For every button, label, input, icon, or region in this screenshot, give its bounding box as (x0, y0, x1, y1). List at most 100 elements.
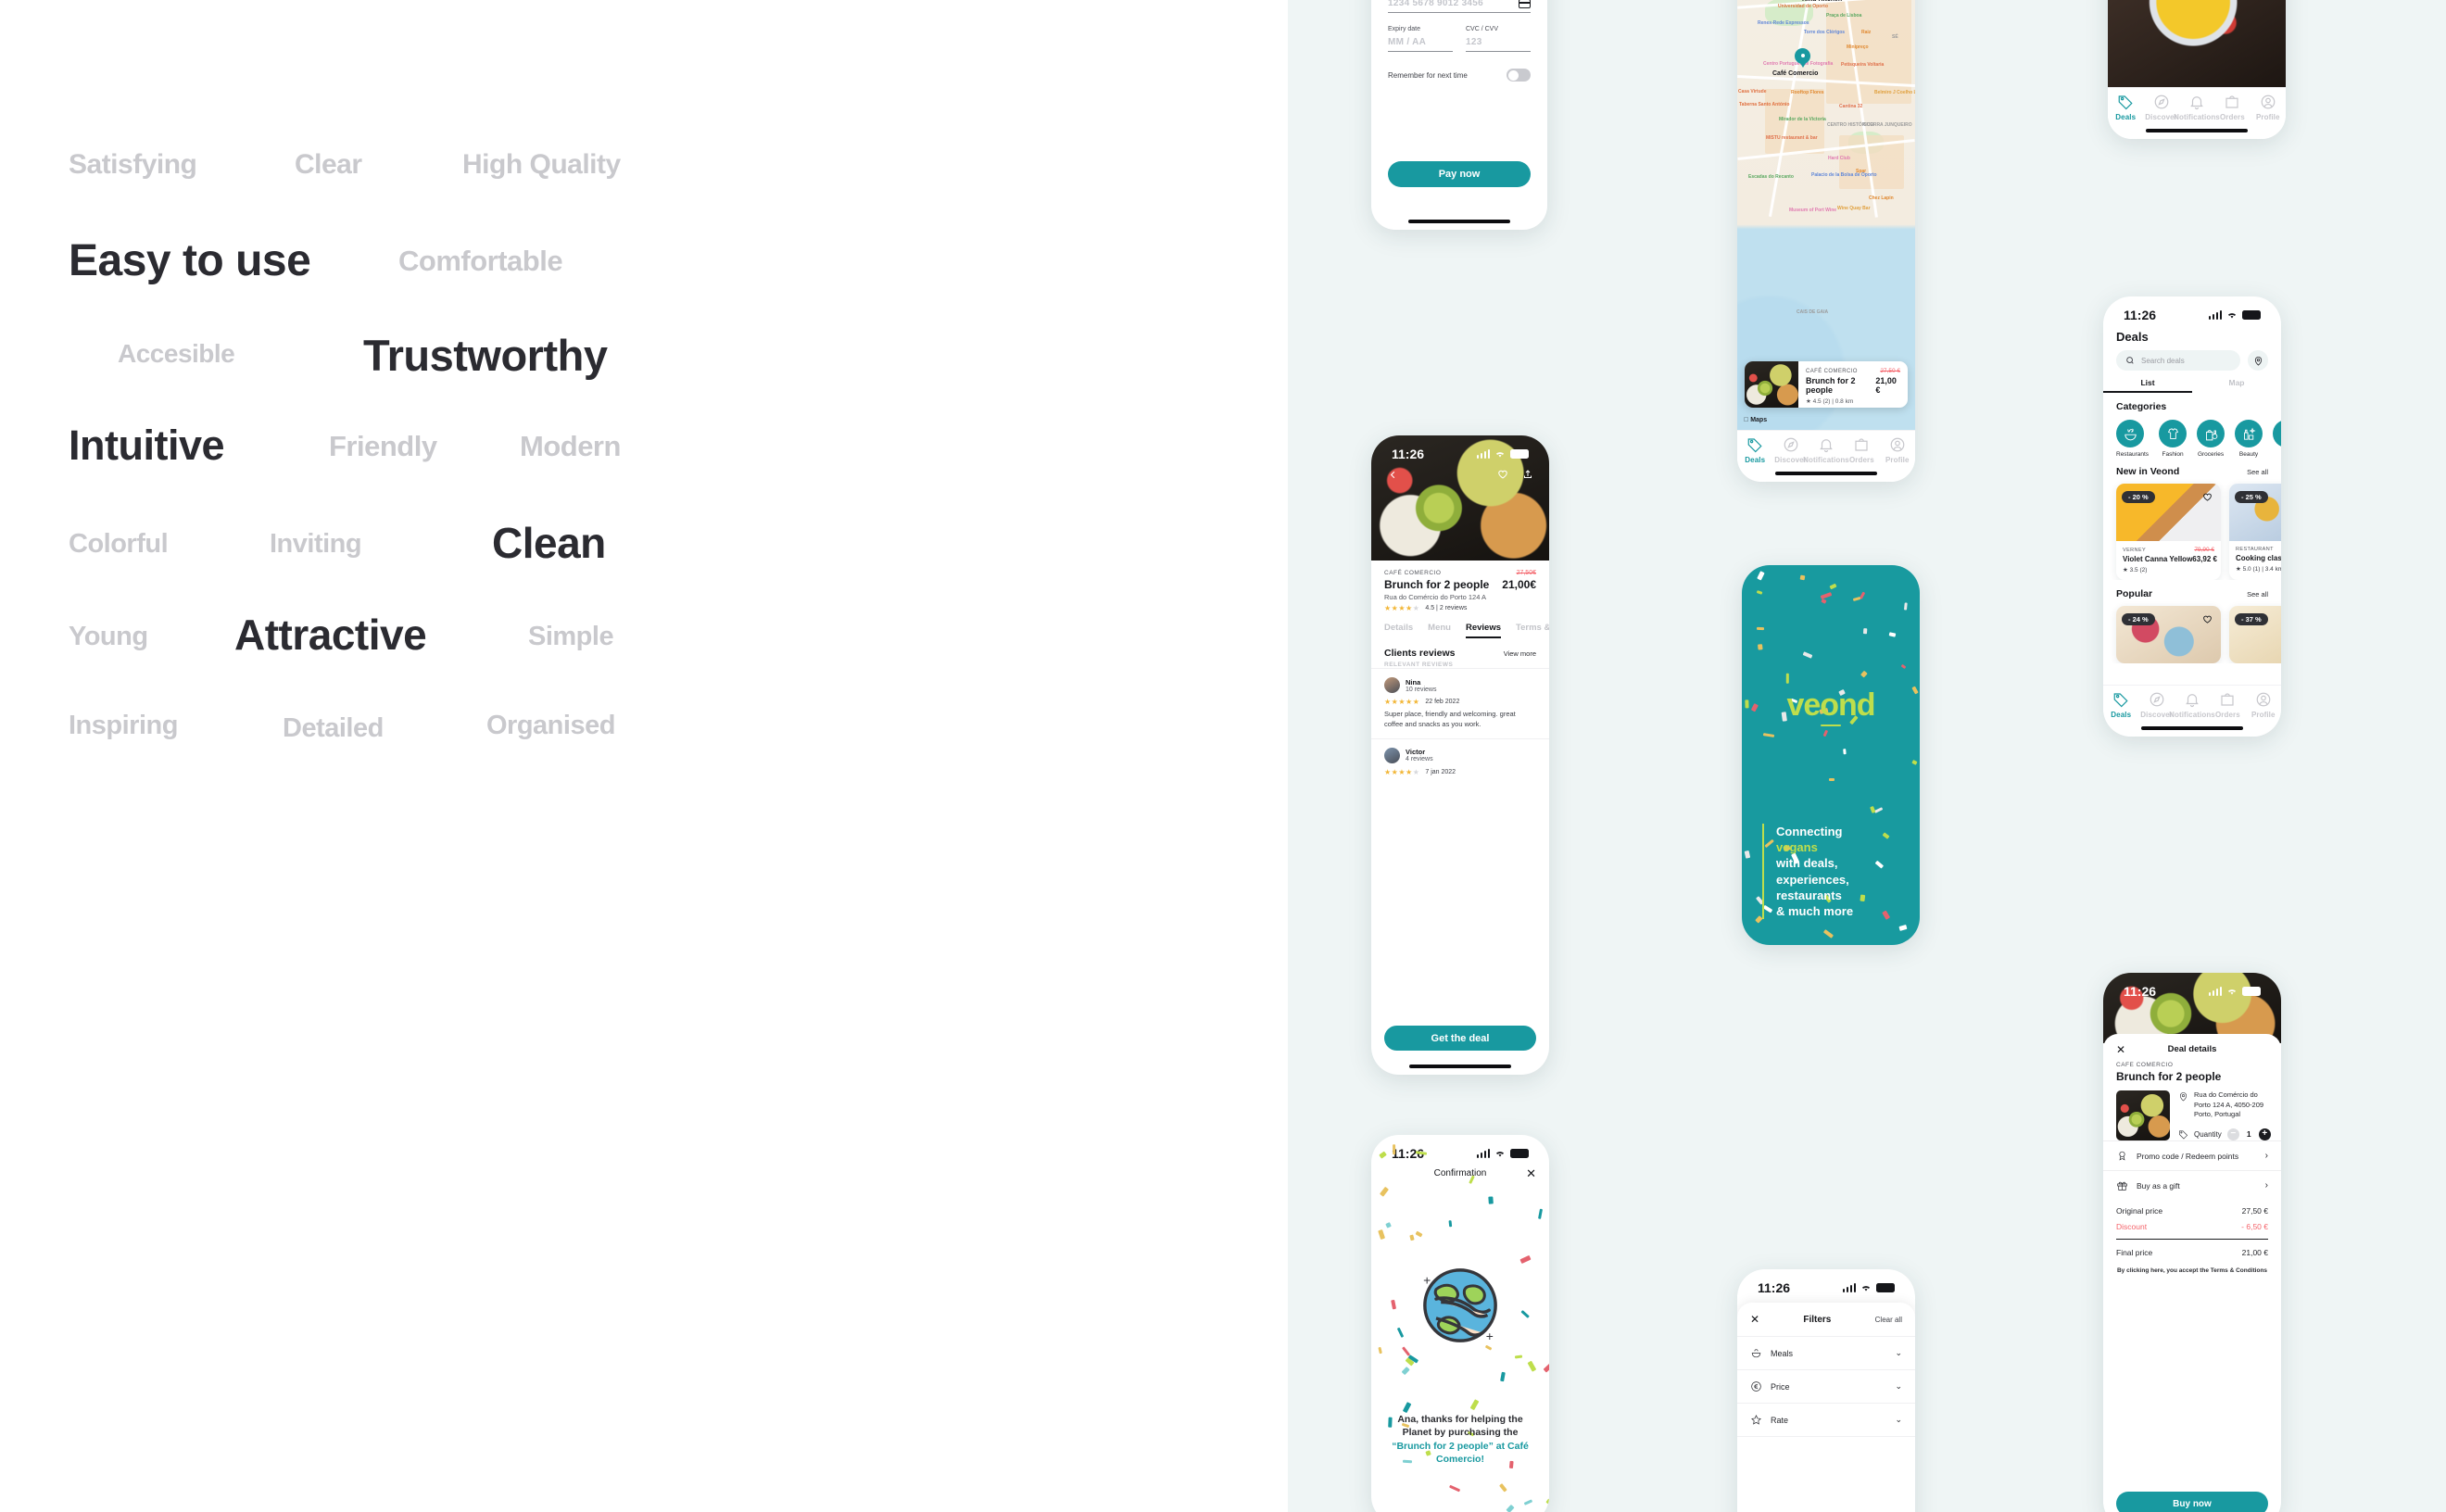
tab-notifications[interactable]: Notifications (2169, 691, 2215, 719)
remember-toggle[interactable] (1507, 69, 1531, 82)
deal-detail-links: Promo code / Redeem points › Buy as a gift… (2103, 1140, 2281, 1200)
confetti-piece (1506, 1504, 1515, 1512)
new-deals-row[interactable]: - 20 % VERNEY 79,90 € Violet Canna Yellow 63… (2103, 477, 2281, 580)
tab-details[interactable]: Details (1384, 623, 1413, 638)
terms-notice[interactable]: By clicking here, you accept the Terms &… (2103, 1257, 2281, 1274)
chevron-down-icon[interactable]: ⌄ (1895, 1348, 1902, 1358)
tab-reviews[interactable]: Reviews (1465, 623, 1501, 638)
cvc-label: CVC / CVV (1466, 26, 1499, 32)
tab-terms-c[interactable]: Terms & C (1516, 623, 1549, 638)
tab-deals[interactable]: Deals (2108, 94, 2143, 121)
clothes-icon (2167, 427, 2178, 439)
popular-see-all-link[interactable]: See all (2247, 590, 2268, 598)
popular-deals-row[interactable]: - 24 % - 37 % (2103, 599, 2281, 663)
cvc-field[interactable]: CVC / CVV 123 (1466, 26, 1531, 52)
deal-card-image: - 20 % (2116, 484, 2221, 541)
filter-row-meals[interactable]: Meals ⌄ (1737, 1337, 1915, 1370)
category-restaurants[interactable]: Restaurants (2116, 420, 2149, 458)
chevron-down-icon[interactable]: ⌄ (1895, 1381, 1902, 1392)
categories-row[interactable]: Restaurants Fashion Groceries Beauty W (2103, 412, 2281, 458)
map-deal-thumbnail (1745, 361, 1798, 408)
map-pin-cafe-comercio[interactable] (1795, 48, 1810, 69)
cvc-input[interactable]: 123 (1466, 37, 1531, 52)
maps-attribution:  Maps (1744, 417, 1767, 423)
quantity-increase-button[interactable]: + (2258, 1128, 2271, 1140)
expiry-input[interactable]: MM / AA (1388, 37, 1453, 52)
tagline-line: & much more (1776, 903, 1854, 918)
deal-card[interactable]: - 25 % RESTAURANT Cooking class ★ 5.0 (1) |… (2229, 484, 2281, 580)
cosmetics-icon (2243, 426, 2256, 440)
tab-profile[interactable]: Profile (2251, 94, 2286, 121)
map-poi-label: Minipreço (1847, 44, 1869, 50)
tab-notifications[interactable]: Notifications (2174, 94, 2220, 121)
final-price-label: Final price (2116, 1248, 2153, 1257)
map-canvas[interactable]: 2 deals MoreclubInternacionalLivraria Le… (1737, 0, 1915, 430)
tab-deals[interactable]: Deals (2103, 691, 2138, 719)
pay-now-button[interactable]: Pay now (1388, 161, 1531, 187)
new-see-all-link[interactable]: See all (2247, 468, 2268, 476)
favorite-button[interactable] (2200, 490, 2214, 504)
chevron-right-icon[interactable]: › (2265, 1180, 2268, 1191)
remember-card-row[interactable]: Remember for next time (1388, 69, 1531, 82)
clear-all-button[interactable]: Clear all (1875, 1316, 1902, 1324)
word-clean: Clean (492, 519, 606, 567)
filter-row-price[interactable]: Price ⌄ (1737, 1370, 1915, 1404)
category-w[interactable]: W (2273, 420, 2281, 458)
confetti-piece (1874, 806, 1884, 813)
map-poi-label: Rooftop Flores (1791, 90, 1824, 95)
tab-menu[interactable]: Menu (1428, 623, 1451, 638)
buy-now-button[interactable]: Buy now (2116, 1492, 2268, 1512)
location-button[interactable] (2248, 350, 2268, 371)
card-number-input[interactable]: 1234 5678 9012 3456 (1388, 0, 1531, 13)
get-the-deal-button[interactable]: Get the deal (1384, 1026, 1536, 1051)
tab-orders[interactable]: Orders (1844, 436, 1879, 464)
confetti-piece (1520, 1309, 1531, 1318)
word-colorful: Colorful (69, 529, 169, 559)
battery-icon (1876, 1283, 1895, 1292)
map-poi-label: Universidad de Oporto (1778, 4, 1828, 9)
share-button[interactable] (1519, 466, 1536, 483)
view-more-link[interactable]: View more (1504, 649, 1536, 658)
favorite-button[interactable] (1494, 466, 1511, 483)
expiry-field[interactable]: Expiry date MM / AA (1388, 26, 1453, 52)
svg-text:+: + (1486, 1329, 1494, 1343)
quantity-decrease-button[interactable]: − (2226, 1128, 2239, 1140)
tab-profile[interactable]: Profile (2246, 691, 2281, 719)
tab-map[interactable]: Map (2192, 378, 2281, 393)
close-icon[interactable]: ✕ (1526, 1167, 1536, 1179)
category-groceries[interactable]: Groceries (2197, 420, 2225, 458)
chevron-down-icon[interactable]: ⌄ (1895, 1415, 1902, 1425)
deal-brand: CAFÉ COMERCIO (1384, 570, 1442, 576)
card-number-field[interactable]: Card number 1234 5678 9012 3456 (1388, 0, 1531, 13)
category-fashion[interactable]: Fashion (2159, 420, 2188, 458)
confetti-piece (1543, 1362, 1549, 1373)
category-beauty[interactable]: Beauty (2235, 420, 2263, 458)
review-text: Super place, friendly and welcoming. gre… (1384, 710, 1516, 728)
map-deal-title: Brunch for 2 people (1806, 376, 1856, 395)
search-input[interactable]: Search deals (2116, 350, 2240, 371)
deal-card[interactable]: - 37 % (2229, 606, 2281, 663)
confetti-piece (1448, 1484, 1460, 1493)
chevron-right-icon[interactable]: › (2265, 1151, 2268, 1161)
tab-deals[interactable]: Deals (1737, 436, 1772, 464)
deal-link-promo-code-redeem-points[interactable]: Promo code / Redeem points › (2103, 1140, 2281, 1170)
close-icon[interactable]: ✕ (1750, 1313, 1759, 1326)
deal-link-buy-as-a-gift[interactable]: Buy as a gift › (2103, 1170, 2281, 1200)
tab-orders[interactable]: Orders (2210, 691, 2245, 719)
confetti-piece (1402, 1402, 1411, 1413)
person-icon (2261, 94, 2276, 109)
tab-profile[interactable]: Profile (1880, 436, 1915, 464)
favorite-button[interactable] (2200, 612, 2214, 626)
map-deal-card[interactable]: CAFÉ COMERCIO 27,50 € Brunch for 2 peopl… (1745, 361, 1908, 408)
filter-row-rate[interactable]: Rate ⌄ (1737, 1404, 1915, 1437)
deal-card[interactable]: - 20 % VERNEY 79,90 € Violet Canna Yellow 63… (2116, 484, 2221, 580)
confetti-piece (1414, 1230, 1422, 1238)
deal-card[interactable]: - 24 % (2116, 606, 2221, 663)
tab-notifications[interactable]: Notifications (1803, 436, 1849, 464)
tab-orders[interactable]: Orders (2214, 94, 2250, 121)
tab-list[interactable]: List (2103, 378, 2192, 393)
close-icon[interactable]: ✕ (2116, 1044, 2125, 1055)
deal-card-title: Violet Canna Yellow (2123, 555, 2193, 563)
home-indicator (2141, 726, 2243, 730)
back-button[interactable] (1384, 466, 1401, 483)
